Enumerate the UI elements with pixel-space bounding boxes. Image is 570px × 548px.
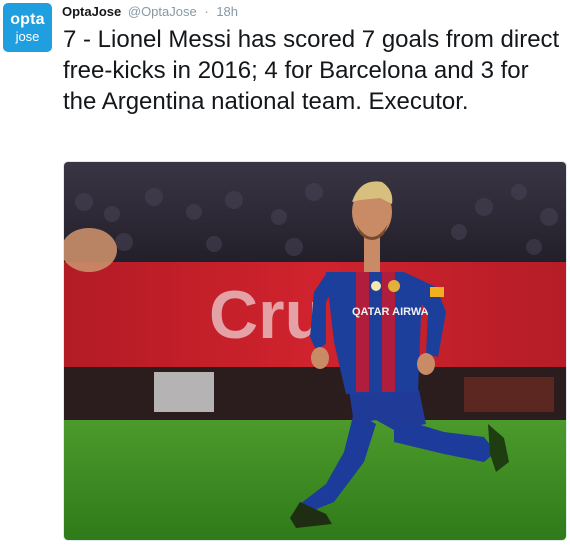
avatar-logo-bottom: jose — [15, 29, 40, 44]
display-name[interactable]: OptaJose — [62, 4, 121, 19]
separator-dot: · — [204, 4, 209, 19]
user-handle[interactable]: @OptaJose — [128, 4, 197, 19]
tweet-text: 7 - Lionel Messi has scored 7 goals from… — [63, 26, 560, 115]
photo-image: Cru QATAR AIRWAYS — [64, 162, 566, 540]
avatar-logo-top: opta — [10, 11, 45, 28]
tweet-header: OptaJose @OptaJose · 18h — [62, 4, 238, 19]
avatar[interactable]: opta jose — [3, 3, 52, 52]
banner-text: Cru — [209, 277, 326, 353]
tweet-timestamp[interactable]: 18h — [216, 4, 238, 19]
crowd-background — [64, 162, 566, 262]
tweet-photo[interactable]: Cru QATAR AIRWAYS — [63, 161, 567, 541]
